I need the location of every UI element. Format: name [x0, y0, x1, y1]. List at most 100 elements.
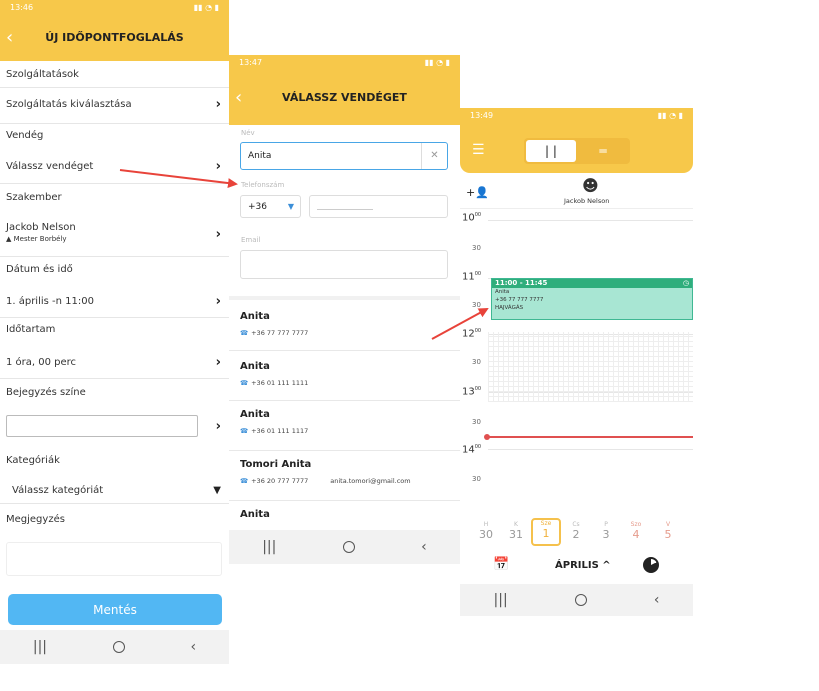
- contact-item[interactable]: Anita ☎ +36 01 111 1117: [229, 403, 460, 451]
- datetime-row[interactable]: 1. április -n 11:00 ›: [0, 288, 229, 318]
- calendar-icon[interactable]: 📅: [493, 557, 509, 572]
- day-date: 1: [542, 527, 550, 540]
- menu-icon[interactable]: ☰: [472, 142, 485, 158]
- status-time: 13:47: [239, 57, 263, 67]
- contact-phone-number: +36 77 777 7777: [251, 329, 309, 337]
- categories-heading-label: Kategóriák: [6, 455, 60, 466]
- name-value: Anita: [248, 151, 272, 161]
- phone-label: Telefonszám: [241, 181, 285, 189]
- back-icon[interactable]: ‹: [6, 27, 13, 48]
- phone-icon: ☎: [240, 427, 249, 435]
- specialist-heading: Szakember: [0, 186, 229, 210]
- day-cell[interactable]: K 31: [504, 521, 528, 541]
- note-textarea[interactable]: [6, 542, 222, 576]
- recent-apps-icon[interactable]: |||: [33, 639, 47, 655]
- phone-icon: ☎: [240, 379, 249, 387]
- home-icon[interactable]: [342, 541, 355, 553]
- email-input[interactable]: [240, 250, 448, 279]
- half-hour-label: 30: [472, 301, 481, 309]
- half-hour-label: 30: [472, 358, 481, 366]
- appointment-phone: +36 77 777 7777: [495, 297, 544, 303]
- country-code-value: +36: [248, 201, 267, 212]
- nav-back-icon[interactable]: ‹: [190, 639, 196, 655]
- name-input[interactable]: Anita ✕: [240, 142, 448, 170]
- guest-select-row[interactable]: Válassz vendéget ›: [0, 152, 229, 184]
- contact-phone-number: +36 20 777 7777: [251, 477, 309, 485]
- half-hour-label: 30: [472, 475, 481, 483]
- avatar[interactable]: ☻: [582, 176, 599, 195]
- contact-phone: ☎ +36 77 777 7777: [240, 329, 460, 337]
- status-time: 13:49: [470, 110, 494, 120]
- appointment-block[interactable]: 11:00 - 11:45 ◷ Anita +36 77 777 7777 HA…: [491, 278, 693, 320]
- day-cell[interactable]: V5: [656, 521, 680, 541]
- specialist-salon: ▲ Mester Borbély: [6, 235, 223, 243]
- contact-name: Anita: [240, 361, 270, 372]
- appointment-time-bar: 11:00 - 11:45 ◷: [492, 279, 692, 288]
- title-bar: ‹ VÁLASSZ VENDÉGET: [229, 69, 460, 125]
- day-name: H: [483, 521, 489, 528]
- chevron-right-icon[interactable]: ›: [216, 419, 221, 434]
- hour-line: [488, 449, 693, 450]
- nav-back-icon[interactable]: ‹: [421, 539, 427, 555]
- contact-item[interactable]: Anita ☎ +36 77 777 7777: [229, 305, 460, 351]
- nav-back-icon[interactable]: ‹: [654, 592, 660, 608]
- day-cell[interactable]: Cs 2: [564, 521, 588, 541]
- day-date: 3: [602, 528, 610, 541]
- calendar-screen: 13:49 ▮▮ ◔ ▮ ☰ | | ═ +👤 ☻ Jackob Nelson …: [460, 108, 693, 616]
- shop-icon: ▲: [6, 235, 12, 243]
- save-button[interactable]: Mentés: [8, 594, 222, 625]
- hour-label: 1000: [462, 212, 481, 223]
- recent-apps-icon[interactable]: |||: [262, 539, 276, 555]
- list-view-icon[interactable]: ═: [578, 140, 628, 162]
- section-divider: [229, 296, 460, 300]
- phone-input[interactable]: [309, 195, 448, 218]
- add-person-icon[interactable]: +👤: [466, 186, 489, 199]
- view-toggle: | | ═: [524, 138, 630, 164]
- app-header: 13:49 ▮▮ ◔ ▮ ☰ | | ═: [460, 108, 693, 173]
- recent-apps-icon[interactable]: |||: [494, 592, 508, 608]
- duration-value: 1 óra, 00 perc: [6, 357, 77, 368]
- contact-item[interactable]: Tomori Anita ☎ +36 20 777 7777 anita.tomor…: [229, 453, 460, 501]
- pie-chart-icon[interactable]: [643, 557, 659, 573]
- clear-icon[interactable]: ✕: [421, 143, 447, 169]
- color-heading-label: Bejegyzés színe: [6, 387, 86, 398]
- duration-row[interactable]: 1 óra, 00 perc ›: [0, 349, 229, 379]
- day-date: 2: [572, 528, 580, 541]
- day-cell[interactable]: H 30: [474, 521, 498, 541]
- categories-heading: Kategóriák: [0, 449, 229, 473]
- specialist-name: Jackob Nelson: [6, 222, 76, 233]
- specialist-salon-label: Mester Borbély: [13, 235, 67, 243]
- category-dropdown[interactable]: Válassz kategóriát ▼: [0, 480, 229, 504]
- day-view-icon[interactable]: | |: [526, 140, 576, 162]
- app-header: 13:47 ▮▮ ◔ ▮ ‹ VÁLASSZ VENDÉGET: [229, 55, 460, 125]
- hour-minutes: 00: [474, 328, 482, 334]
- home-icon[interactable]: [112, 641, 125, 653]
- specialist-row[interactable]: Jackob Nelson ▲ Mester Borbély ›: [0, 215, 229, 257]
- month-selector[interactable]: ÁPRILIS ^: [555, 560, 611, 571]
- day-cell[interactable]: P3: [594, 521, 618, 541]
- phone-icon: ☎: [240, 477, 249, 485]
- header-divider: [460, 208, 693, 209]
- contact-item[interactable]: Anita: [229, 503, 460, 529]
- hour-minutes: 00: [474, 212, 482, 218]
- datetime-value: 1. április -n 11:00: [6, 296, 94, 307]
- day-cell[interactable]: Szo 4: [624, 521, 648, 541]
- contact-item[interactable]: Anita ☎ +36 01 111 1111: [229, 353, 460, 401]
- day-cell-selected[interactable]: Sze 1: [531, 518, 561, 546]
- contact-phone: ☎ +36 20 777 7777 anita.tomori@gmail.com: [240, 477, 460, 485]
- home-icon[interactable]: [574, 594, 587, 606]
- back-icon[interactable]: ‹: [235, 87, 242, 108]
- service-select-row[interactable]: Szolgáltatás kiválasztása ›: [0, 88, 229, 124]
- day-name: Sze: [540, 520, 552, 527]
- android-nav-bar: ||| ‹: [229, 530, 460, 564]
- hour-label: 1200: [462, 328, 481, 339]
- color-input[interactable]: [6, 415, 198, 437]
- hour-label: 1100: [462, 271, 481, 282]
- duration-heading: Időtartam: [0, 318, 229, 342]
- day-date: 30: [479, 528, 493, 541]
- contact-name: Tomori Anita: [240, 459, 312, 470]
- contact-name: Anita: [240, 409, 270, 420]
- appointment-guest: Anita: [495, 289, 510, 295]
- country-code-select[interactable]: +36 ▼: [240, 195, 301, 218]
- page-title: ÚJ IDŐPONTFOGLALÁS: [45, 31, 184, 44]
